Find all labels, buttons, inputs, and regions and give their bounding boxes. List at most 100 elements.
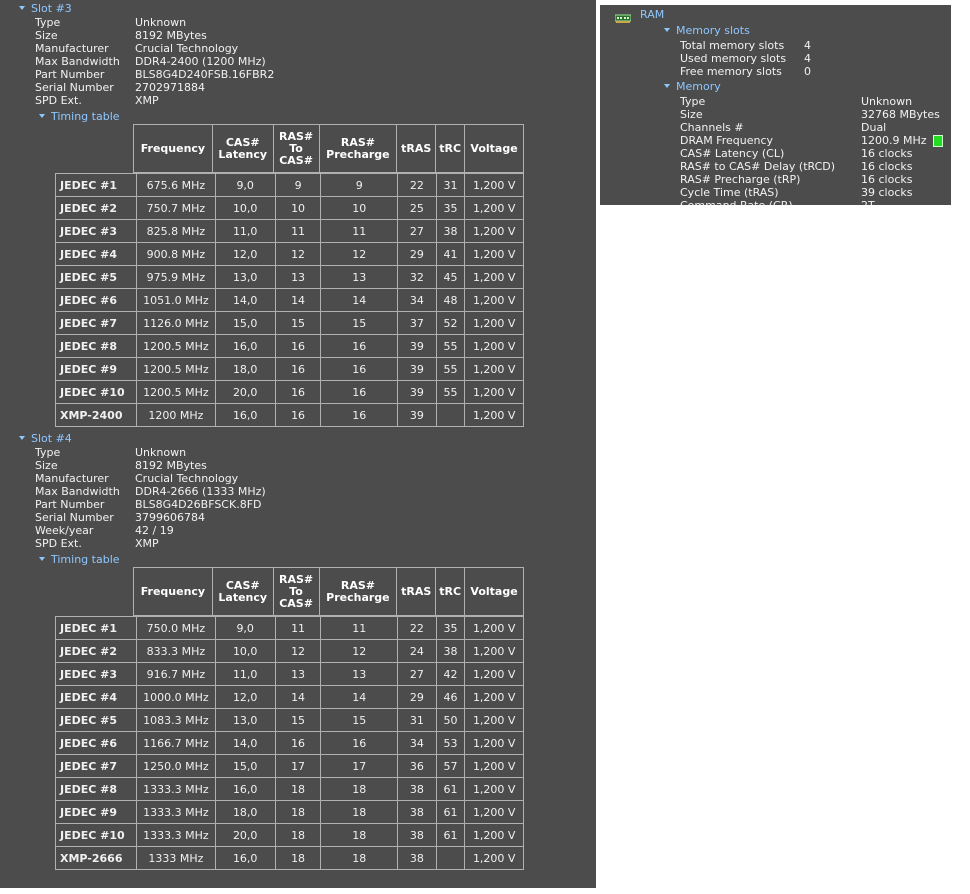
tras-cell: 38 xyxy=(397,777,437,801)
ras-to-cas-cell: 18 xyxy=(274,846,322,870)
property-key: Size xyxy=(680,108,703,121)
cas-latency-column-header: CAS# Latency xyxy=(211,124,274,173)
profile-name-cell: JEDEC #8 xyxy=(54,334,138,358)
property-value: 39 clocks xyxy=(861,186,913,199)
header-text: Frequency xyxy=(140,141,206,155)
profile-name-cell: JEDEC #1 xyxy=(54,616,138,640)
frequency-cell: 900.8 MHz xyxy=(136,242,216,266)
ras-to-cas-column-header: RAS# To CAS# xyxy=(272,567,320,616)
ras-precharge-cell: 16 xyxy=(320,731,399,755)
cas-latency-cell: 10,0 xyxy=(214,639,276,663)
cas-latency-cell: 11,0 xyxy=(214,219,276,243)
slot4-timing-node[interactable]: Timing table xyxy=(39,553,120,566)
cas-latency-cell: 15,0 xyxy=(214,311,276,335)
voltage-cell: 1,200 V xyxy=(464,219,524,243)
trc-cell: 61 xyxy=(435,777,466,801)
table-row: JEDEC #1 675.6 MHz 9,0 9 9 22 31 1,200 V xyxy=(54,173,524,197)
trc-cell: 55 xyxy=(435,357,466,381)
slot4-timing-table: JEDEC #1 750.0 MHz 9,0 11 11 22 35 1,200 V JEDEC… xyxy=(54,616,524,870)
property-row: Total memory slots 4 xyxy=(680,39,940,52)
voltage-cell: 1,200 V xyxy=(464,731,524,755)
collapse-arrow-icon[interactable] xyxy=(39,114,45,118)
property-key: Used memory slots xyxy=(680,52,787,65)
voltage-cell: 1,200 V xyxy=(464,357,524,381)
collapse-arrow-icon[interactable] xyxy=(19,436,25,440)
ras-precharge-cell: 16 xyxy=(320,357,399,381)
header-text: Precharge xyxy=(326,147,390,161)
cas-latency-cell: 12,0 xyxy=(214,685,276,709)
trc-cell: 55 xyxy=(435,380,466,404)
tras-cell: 27 xyxy=(397,219,437,243)
trc-cell: 50 xyxy=(435,708,466,732)
cas-latency-cell: 15,0 xyxy=(214,754,276,778)
frequency-cell: 1126.0 MHz xyxy=(136,311,216,335)
trc-cell: 46 xyxy=(435,685,466,709)
property-value: BLS8G4D240FSB.16FBR2 xyxy=(135,68,275,81)
trc-cell xyxy=(435,846,466,870)
memory-slots-node[interactable]: Memory slots xyxy=(664,24,750,37)
cas-latency-cell: 18,0 xyxy=(214,357,276,381)
frequency-cell: 1200.5 MHz xyxy=(136,380,216,404)
property-key: Total memory slots xyxy=(680,39,785,52)
property-key: Serial Number xyxy=(35,511,114,524)
ras-to-cas-column-header: RAS# To CAS# xyxy=(272,124,320,173)
ras-to-cas-cell: 12 xyxy=(274,639,322,663)
ras-to-cas-cell: 11 xyxy=(274,616,322,640)
cas-latency-cell: 20,0 xyxy=(214,823,276,847)
cas-latency-cell: 18,0 xyxy=(214,800,276,824)
profile-name-cell: JEDEC #9 xyxy=(54,357,138,381)
tras-cell: 38 xyxy=(397,800,437,824)
property-key: Manufacturer xyxy=(35,42,109,55)
property-value: BLS8G4D26BFSCK.8FD xyxy=(135,498,262,511)
property-value: Crucial Technology xyxy=(135,472,239,485)
memory-node[interactable]: Memory xyxy=(664,80,721,93)
trc-cell: 61 xyxy=(435,800,466,824)
collapse-arrow-icon[interactable] xyxy=(664,28,670,32)
property-row: Cycle Time (tRAS) 39 clocks xyxy=(680,186,950,199)
voltage-cell: 1,200 V xyxy=(464,288,524,312)
property-value: 4 xyxy=(804,39,811,52)
tras-cell: 34 xyxy=(397,288,437,312)
ras-precharge-cell: 10 xyxy=(320,196,399,220)
slot4-node[interactable]: Slot #4 xyxy=(19,432,72,445)
collapse-arrow-icon[interactable] xyxy=(19,6,25,10)
collapse-arrow-icon[interactable] xyxy=(39,557,45,561)
ram-node[interactable]: RAM xyxy=(640,8,664,21)
frequency-cell: 1333.3 MHz xyxy=(136,800,216,824)
trc-cell: 55 xyxy=(435,334,466,358)
header-text: tRAS xyxy=(401,141,432,155)
voltage-cell: 1,200 V xyxy=(464,616,524,640)
header-text: Voltage xyxy=(470,584,518,598)
tras-cell: 27 xyxy=(397,662,437,686)
property-row: Week/year 42 / 19 xyxy=(35,524,335,537)
frequency-cell: 750.7 MHz xyxy=(136,196,216,220)
ras-to-cas-cell: 18 xyxy=(274,823,322,847)
property-value: 32768 MBytes xyxy=(861,108,940,121)
ras-to-cas-cell: 14 xyxy=(274,288,322,312)
property-row: Command Rate (CR) 2T xyxy=(680,199,950,205)
profile-name-cell: JEDEC #5 xyxy=(54,265,138,289)
property-value: 8192 MBytes xyxy=(135,459,207,472)
property-row: Part Number BLS8G4D26BFSCK.8FD xyxy=(35,498,335,511)
trc-cell: 45 xyxy=(435,265,466,289)
cas-latency-cell: 9,0 xyxy=(214,173,276,197)
ras-to-cas-cell: 13 xyxy=(274,265,322,289)
slot3-properties: Type Unknown Size 8192 MBytes Manufacturer Cr… xyxy=(35,16,335,107)
frequency-cell: 975.9 MHz xyxy=(136,265,216,289)
voltage-cell: 1,200 V xyxy=(464,639,524,663)
frequency-cell: 1200.5 MHz xyxy=(136,334,216,358)
frequency-cell: 1333.3 MHz xyxy=(136,823,216,847)
trc-cell: 48 xyxy=(435,288,466,312)
trc-cell: 35 xyxy=(435,616,466,640)
collapse-arrow-icon[interactable] xyxy=(664,84,670,88)
tras-cell: 22 xyxy=(397,173,437,197)
ras-to-cas-cell: 13 xyxy=(274,662,322,686)
slot3-timing-node[interactable]: Timing table xyxy=(39,110,120,123)
table-row: JEDEC #6 1166.7 MHz 14,0 16 16 34 53 1,200 V xyxy=(54,731,524,755)
memory-slots-properties: Total memory slots 4 Used memory slots 4 Fre… xyxy=(680,39,940,78)
slot3-node[interactable]: Slot #3 xyxy=(19,2,72,15)
property-row: Manufacturer Crucial Technology xyxy=(35,42,335,55)
cas-latency-cell: 16,0 xyxy=(214,777,276,801)
table-row: JEDEC #7 1126.0 MHz 15,0 15 15 37 52 1,200 V xyxy=(54,311,524,335)
slots-panel: Slot #3 Type Unknown Size 8192 MBytes Manufa… xyxy=(0,0,596,888)
